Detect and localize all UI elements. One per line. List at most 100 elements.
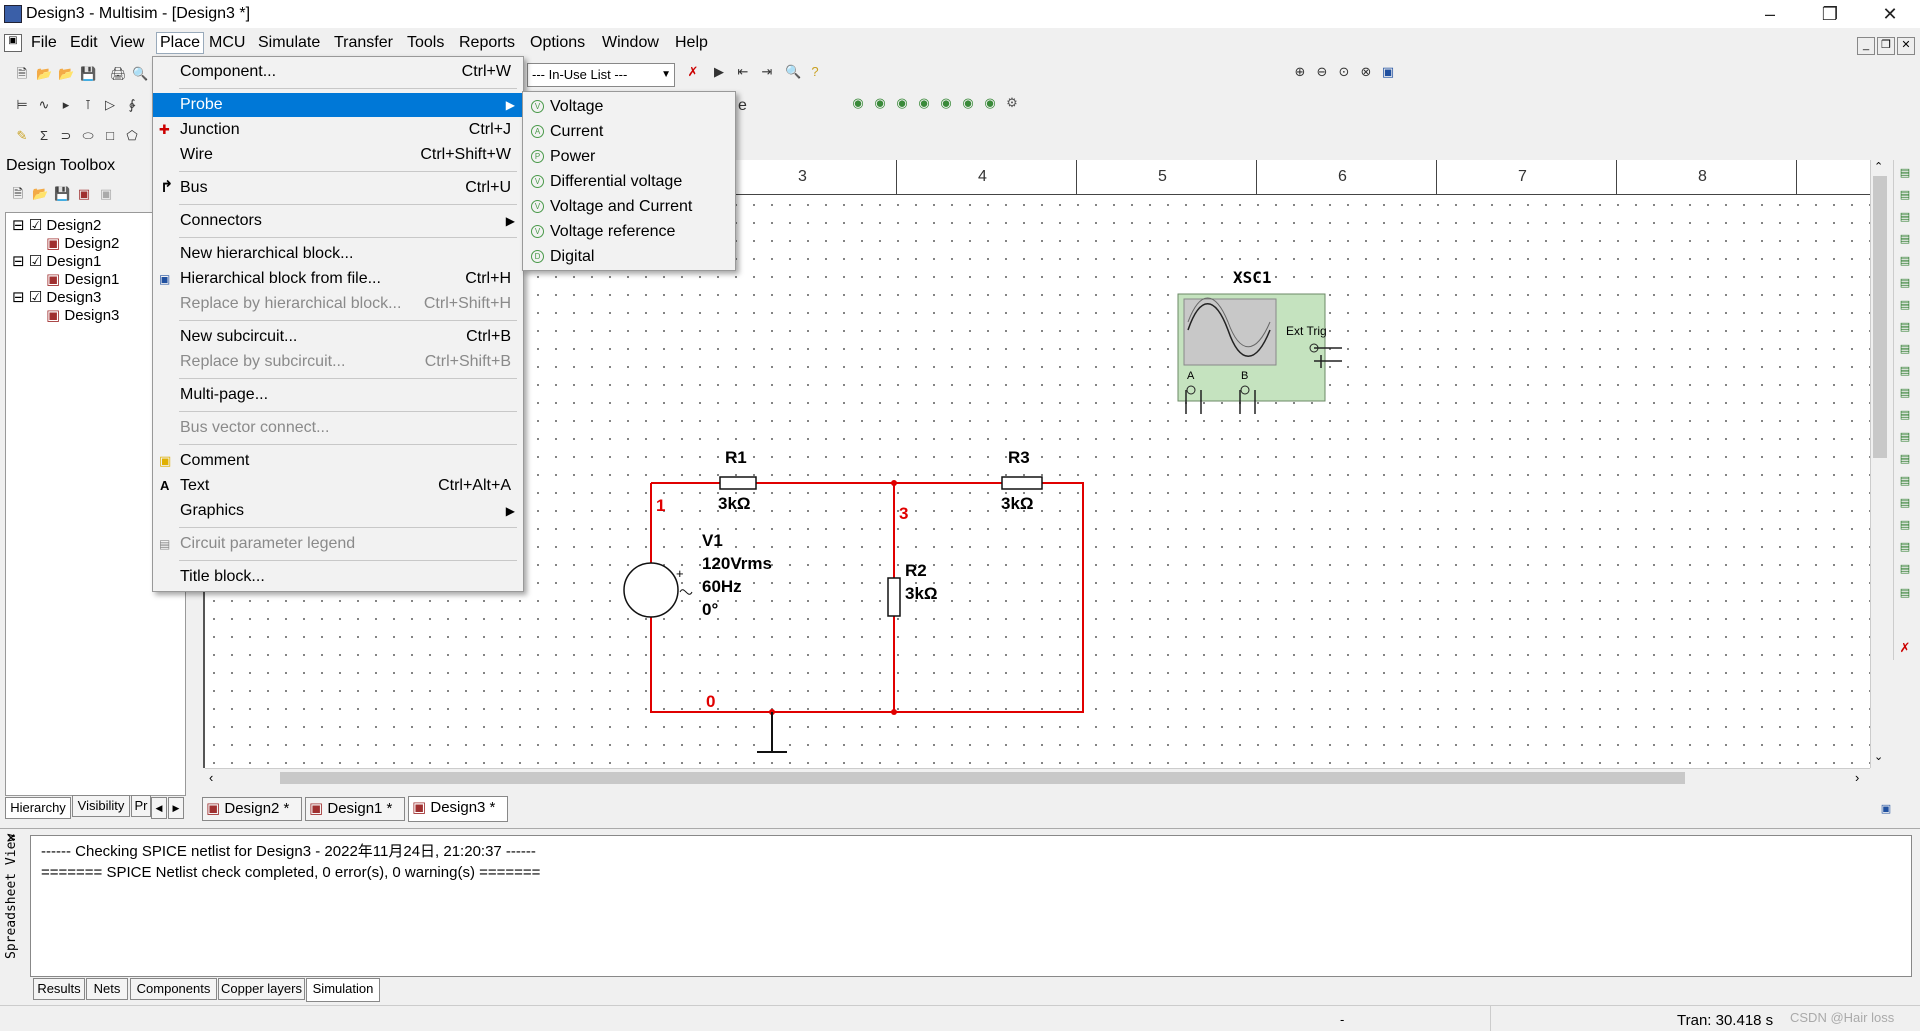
menu-separator (179, 237, 517, 238)
scroll-left-icon[interactable]: ‹ (209, 770, 213, 785)
output-panel[interactable]: ------ Checking SPICE netlist for Design… (30, 835, 1912, 977)
menu-item-multi-page[interactable]: Multi-page... (153, 383, 523, 407)
vertical-scroll-thumb[interactable] (1873, 176, 1887, 458)
voltage-source-v1[interactable] (623, 562, 679, 618)
probe-submenu: V Voltage A Current P Power V Differential v… (522, 91, 736, 271)
menu-item-hier-block-file[interactable]: ▣ Hierarchical block from file... Ctrl+H (153, 267, 523, 291)
scroll-up-icon[interactable]: ⌃ (1874, 160, 1883, 173)
scope-ext-trig-label: Ext Trig (1286, 324, 1327, 338)
resistor-r1[interactable] (719, 476, 757, 490)
ni-elvis-icon[interactable]: ▤ (1897, 585, 1913, 601)
menu-separator (179, 171, 517, 172)
function-generator-icon[interactable]: ▤ (1897, 187, 1913, 203)
menu-separator (179, 444, 517, 445)
four-channel-scope-icon[interactable]: ▤ (1897, 253, 1913, 269)
tektronix-scope-icon[interactable]: ▤ (1897, 539, 1913, 555)
menu-item-bus[interactable]: ↱ Bus Ctrl+U (153, 176, 523, 200)
tab-copper-layers[interactable]: Copper layers (218, 978, 305, 1000)
agilent-generator-icon[interactable]: ▤ (1897, 473, 1913, 489)
menu-separator (179, 378, 517, 379)
multimeter-icon[interactable]: ▤ (1897, 165, 1913, 181)
probe-item-current[interactable]: A Current (523, 120, 735, 144)
simulation-time: Tran: 30.418 s (1677, 1012, 1774, 1029)
scroll-right-icon[interactable]: › (1855, 770, 1859, 785)
agilent-multimeter-icon[interactable]: ▤ (1897, 495, 1913, 511)
menu-item-new-subcircuit[interactable]: New subcircuit... Ctrl+B (153, 325, 523, 349)
menu-item-comment[interactable]: ▣ Comment (153, 449, 523, 473)
menu-separator (179, 560, 517, 561)
iv-analyzer-icon[interactable]: ▤ (1897, 385, 1913, 401)
menu-separator (179, 204, 517, 205)
distortion-analyzer-icon[interactable]: ▤ (1897, 407, 1913, 423)
menu-item-text[interactable]: A Text Ctrl+Alt+A (153, 474, 523, 498)
probe-item-voltage-current[interactable]: V Voltage and Current (523, 195, 735, 219)
circuit-wires[interactable] (650, 482, 1084, 713)
menu-item-wire[interactable]: Wire Ctrl+Shift+W (153, 143, 523, 167)
menu-item-connectors[interactable]: Connectors ▶ (153, 209, 523, 233)
wattmeter-icon[interactable]: ▤ (1897, 209, 1913, 225)
legend-icon: ▤ (159, 537, 171, 551)
current-probe-icon[interactable]: ✗ (1897, 640, 1913, 656)
menu-item-junction[interactable]: ✚ Junction Ctrl+J (153, 118, 523, 142)
agilent-scope-icon[interactable]: ▤ (1897, 517, 1913, 533)
oscilloscope-icon[interactable]: ▤ (1897, 231, 1913, 247)
resistor-r3[interactable] (1001, 476, 1043, 490)
labview-icon[interactable]: ▤ (1897, 561, 1913, 577)
menu-item-component[interactable]: Component... Ctrl+W (153, 60, 523, 84)
scope-a-label: A (1187, 370, 1195, 382)
probe-item-voltage[interactable]: V Voltage (523, 95, 735, 119)
menu-item-bus-vector[interactable]: Bus vector connect... (153, 416, 523, 440)
menu-item-probe[interactable]: Probe ▶ (153, 93, 523, 117)
ac-symbol (679, 589, 693, 595)
tab-components[interactable]: Components (130, 978, 217, 1000)
node-1-label: 1 (656, 496, 666, 515)
word-generator-icon[interactable]: ▤ (1897, 319, 1913, 335)
menu-item-replace-hier[interactable]: Replace by hierarchical block... Ctrl+Shi… (153, 292, 523, 316)
node-3-label: 3 (899, 504, 909, 523)
horizontal-scrollbar[interactable]: ‹ › (205, 768, 1870, 787)
probe-item-differential[interactable]: V Differential voltage (523, 170, 735, 194)
logic-converter-icon[interactable]: ▤ (1897, 363, 1913, 379)
plus-sign: + (676, 566, 684, 581)
scroll-down-icon[interactable]: ⌄ (1874, 750, 1883, 763)
resistor-r2[interactable] (887, 577, 901, 617)
probe-vi-icon: V (531, 200, 544, 213)
network-analyzer-icon[interactable]: ▤ (1897, 451, 1913, 467)
menu-item-replace-subcircuit[interactable]: Replace by subcircuit... Ctrl+Shift+B (153, 350, 523, 374)
spectrum-analyzer-icon[interactable]: ▤ (1897, 429, 1913, 445)
tab-nets[interactable]: Nets (86, 978, 128, 1000)
node-0-label: 0 (706, 692, 716, 711)
r3-name: R3 (1008, 448, 1030, 467)
probe-ref-icon: V (531, 225, 544, 238)
probe-item-digital[interactable]: D Digital (523, 245, 735, 269)
place-menu: Component... Ctrl+W Probe ▶ ✚ Junction Ctrl+… (152, 56, 524, 592)
bode-plotter-icon[interactable]: ▤ (1897, 275, 1913, 291)
v1-amplitude: 120Vrms (702, 554, 772, 573)
probe-item-reference[interactable]: V Voltage reference (523, 220, 735, 244)
v1-name: V1 (702, 531, 723, 550)
r2-name: R2 (905, 561, 927, 580)
horizontal-scroll-thumb[interactable] (280, 772, 1685, 784)
menu-item-title-block[interactable]: Title block... (153, 565, 523, 589)
tab-design3[interactable]: ▣ Design3 * (408, 796, 508, 822)
tab-design1[interactable]: ▣ Design1 * (305, 797, 405, 821)
probe-current-icon: A (531, 125, 544, 138)
menu-separator (179, 88, 517, 89)
submenu-arrow-icon: ▶ (505, 504, 515, 518)
junction (891, 709, 897, 715)
tab-results[interactable]: Results (33, 978, 85, 1000)
menu-item-new-hier-block[interactable]: New hierarchical block... (153, 242, 523, 266)
menu-item-circuit-legend[interactable]: ▤ Circuit parameter legend (153, 532, 523, 556)
status-bar: - Tran: 30.418 s CSDN @Hair loss (0, 1005, 1920, 1031)
vertical-scrollbar[interactable]: ⌃ ⌄ (1870, 160, 1889, 768)
probe-item-power[interactable]: P Power (523, 145, 735, 169)
tab-simulation[interactable]: Simulation (306, 978, 380, 1002)
logic-analyzer-icon[interactable]: ▤ (1897, 341, 1913, 357)
r2-value: 3kΩ (905, 584, 938, 603)
frequency-counter-icon[interactable]: ▤ (1897, 297, 1913, 313)
ground-symbol[interactable] (757, 712, 787, 753)
window-list-icon[interactable]: ▣ (1878, 801, 1894, 817)
menu-item-graphics[interactable]: Graphics ▶ (153, 499, 523, 523)
tab-design2[interactable]: ▣ Design2 * (202, 797, 302, 821)
status-mid: - (1340, 1012, 1345, 1027)
